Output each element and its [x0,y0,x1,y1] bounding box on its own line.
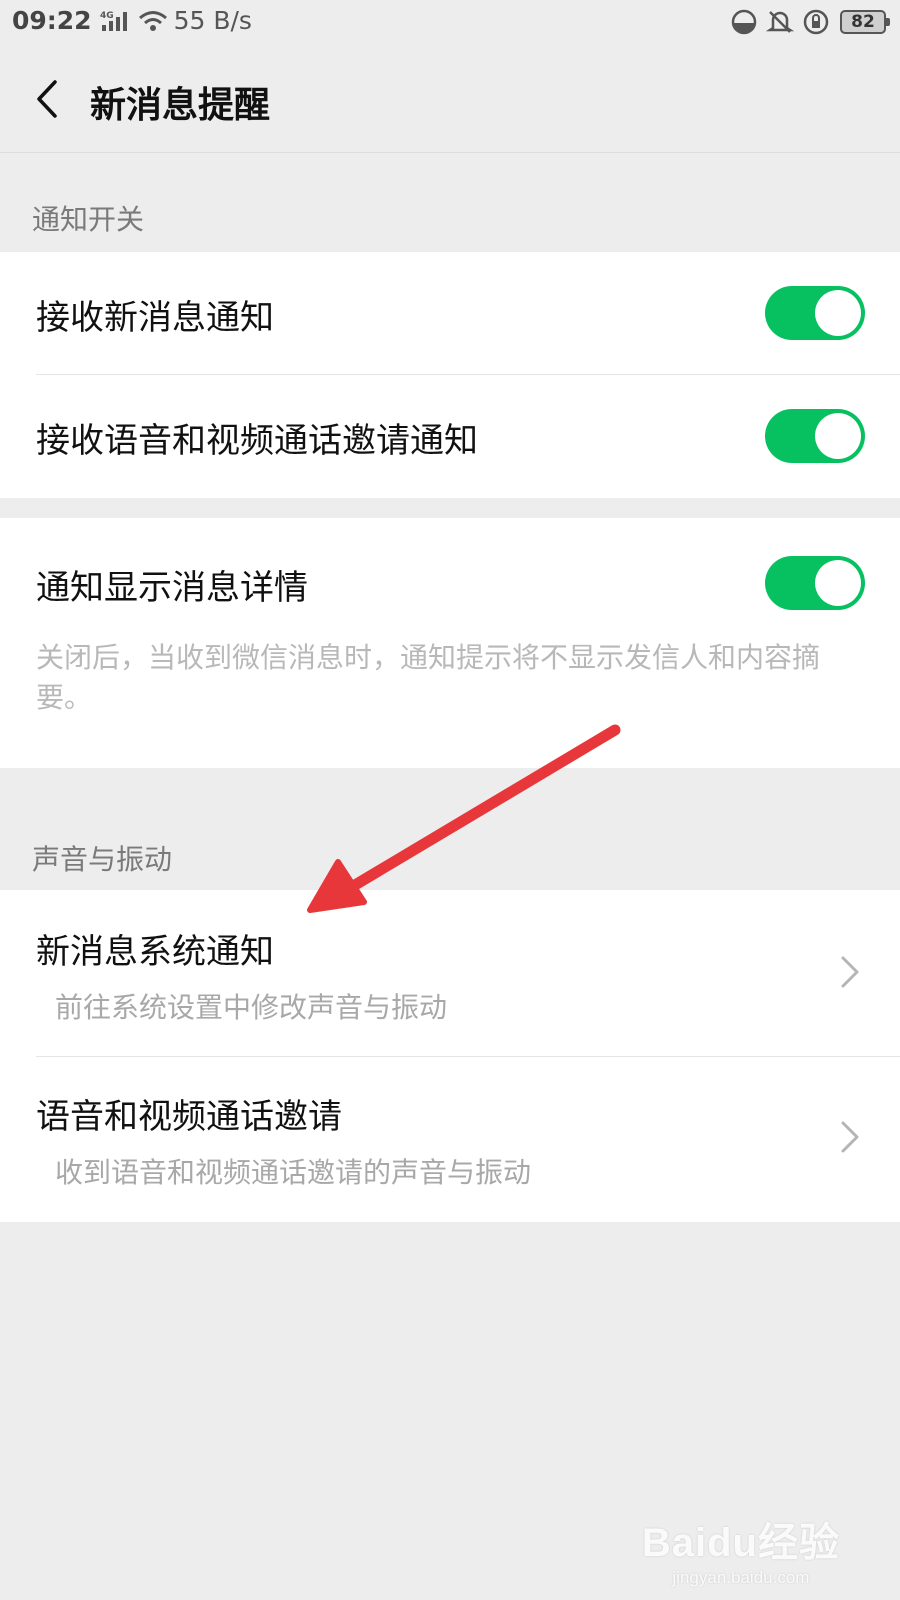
red-arrow-icon [307,724,621,913]
watermark-url: jingyan.baidu.com [672,1568,810,1587]
watermark-logo: Baidu经验 [641,1521,840,1565]
watermark: Baidu经验 jingyan.baidu.com [642,1510,840,1588]
